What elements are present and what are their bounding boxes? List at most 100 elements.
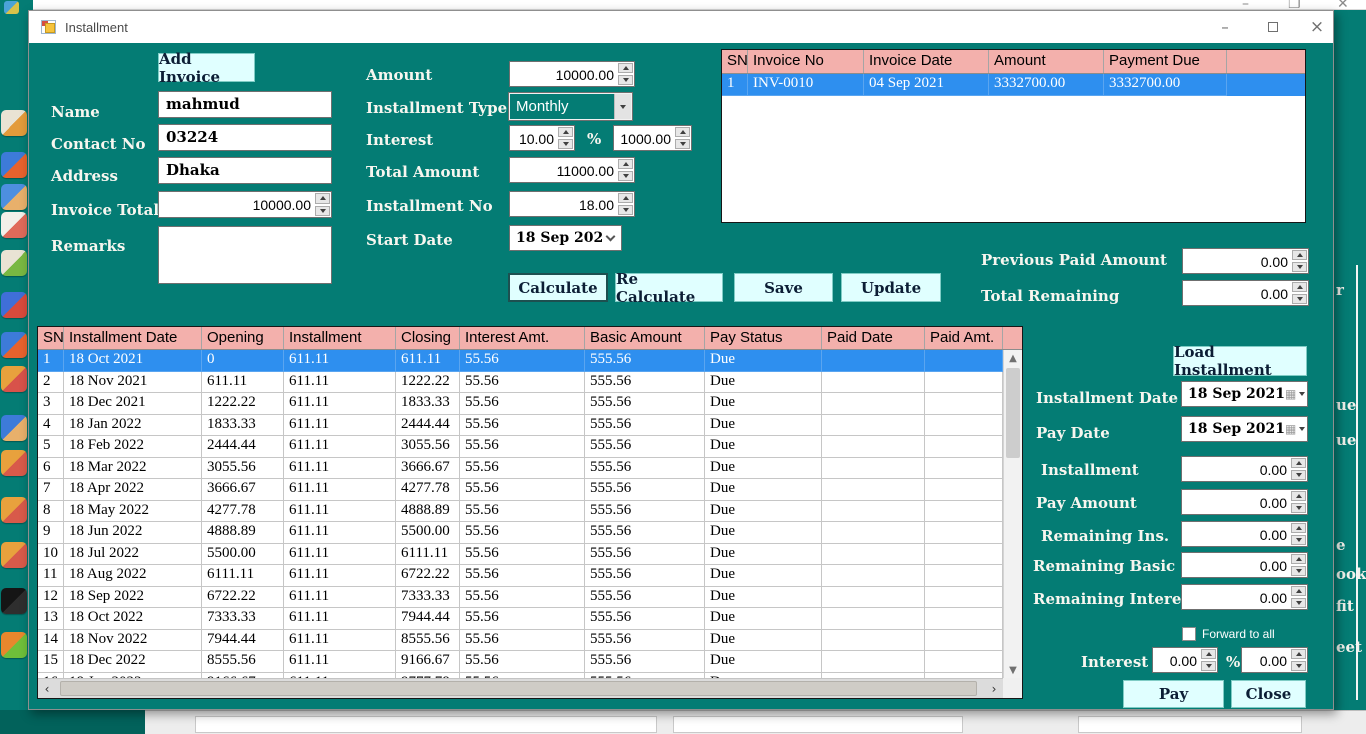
order-list-icon[interactable]: [1, 250, 27, 276]
installment-input[interactable]: 0.00: [1181, 456, 1308, 482]
close-button[interactable]: Close: [1231, 680, 1306, 708]
interest-amount-input[interactable]: 1000.00: [613, 125, 692, 151]
exit-door-icon[interactable]: [1, 632, 27, 658]
shopping-bag-icon[interactable]: [1, 366, 27, 392]
purchase-list-icon[interactable]: [1, 110, 27, 136]
spinner-buttons[interactable]: [1290, 648, 1307, 672]
spinner-buttons[interactable]: [617, 62, 634, 86]
total-amount-input[interactable]: 11000.00: [509, 157, 635, 183]
delivery-truck-icon[interactable]: [1, 542, 27, 568]
table-row[interactable]: 1518 Dec 20228555.56611.119166.6755.5655…: [38, 651, 1003, 673]
table-row[interactable]: 1318 Oct 20227333.33611.117944.4455.5655…: [38, 608, 1003, 630]
remaining-interest-input[interactable]: 0.00: [1181, 584, 1308, 610]
spinner-buttons[interactable]: [1200, 648, 1217, 672]
table-row[interactable]: 1018 Jul 20225500.00611.116111.1155.5655…: [38, 544, 1003, 566]
table-row[interactable]: 1418 Nov 20227944.44611.118555.5655.5655…: [38, 630, 1003, 652]
table-row[interactable]: 218 Nov 2021611.11611.111222.2255.56555.…: [38, 372, 1003, 394]
spinner-buttons[interactable]: [1290, 553, 1307, 577]
spin-down-icon[interactable]: [1291, 566, 1306, 576]
column-header[interactable]: Payment Due: [1104, 50, 1227, 73]
spin-up-icon[interactable]: [315, 193, 330, 204]
pay-date-picker[interactable]: 18 Sep 2021▦: [1181, 416, 1308, 442]
spinner-buttons[interactable]: [617, 192, 634, 216]
amount-input[interactable]: 10000.00: [509, 61, 635, 87]
table-row[interactable]: 518 Feb 20222444.44611.113055.5655.56555…: [38, 436, 1003, 458]
name-input[interactable]: mahmud: [158, 91, 332, 118]
previous-paid-input[interactable]: 0.00: [1182, 248, 1309, 274]
table-row[interactable]: 118 Oct 20210611.11611.1155.56555.56Due: [38, 350, 1003, 372]
column-header[interactable]: Interest Amt.: [460, 327, 585, 349]
spin-down-icon[interactable]: [618, 75, 633, 85]
column-header[interactable]: Paid Amt.: [925, 327, 1003, 349]
address-input[interactable]: Dhaka: [158, 157, 332, 184]
scrollbar-thumb[interactable]: [60, 681, 977, 696]
spin-up-icon[interactable]: [558, 127, 573, 137]
spinner-buttons[interactable]: [557, 126, 574, 150]
spin-up-icon[interactable]: [618, 193, 633, 203]
re-calculate-button[interactable]: Re Calculate: [615, 273, 723, 302]
pay-interest-rate-input[interactable]: 0.00: [1152, 647, 1218, 673]
card-payment-icon[interactable]: [1, 292, 27, 318]
column-header[interactable]: Installment: [284, 327, 396, 349]
spin-down-icon[interactable]: [618, 171, 633, 181]
bag-hand-icon[interactable]: [1, 415, 27, 441]
pay-amount-input[interactable]: 0.00: [1181, 489, 1308, 515]
installment-date-picker[interactable]: 18 Sep 2021▦: [1181, 381, 1308, 407]
spinner-buttons[interactable]: [1290, 522, 1307, 546]
chevron-down-icon[interactable]: [614, 94, 631, 119]
remaining-ins-input[interactable]: 0.00: [1181, 521, 1308, 547]
spinner-buttons[interactable]: [1290, 585, 1307, 609]
column-header[interactable]: SN: [722, 50, 748, 73]
spin-up-icon[interactable]: [1291, 491, 1306, 501]
spinner-buttons[interactable]: [1291, 249, 1308, 273]
delivery-truck-icon[interactable]: [1, 497, 27, 523]
close-icon[interactable]: ×: [1301, 16, 1333, 38]
shopping-bags-icon[interactable]: [1, 332, 27, 358]
spin-down-icon[interactable]: [675, 139, 690, 149]
table-row[interactable]: 1INV-001004 Sep 20213332700.003332700.00: [722, 74, 1305, 96]
spinner-buttons[interactable]: [617, 158, 634, 182]
spin-up-icon[interactable]: [1291, 649, 1306, 659]
column-header[interactable]: Installment Date: [64, 327, 202, 349]
spin-up-icon[interactable]: [1291, 586, 1306, 596]
scroll-left-icon[interactable]: ‹: [38, 679, 56, 698]
table-row[interactable]: 918 Jun 20224888.89611.115500.0055.56555…: [38, 522, 1003, 544]
column-header[interactable]: Amount: [989, 50, 1104, 73]
column-header[interactable]: Pay Status: [705, 327, 822, 349]
spin-up-icon[interactable]: [1201, 649, 1216, 659]
spin-down-icon[interactable]: [1291, 470, 1306, 480]
invoice-total-input[interactable]: 10000.00: [158, 191, 332, 218]
installment-type-select[interactable]: Monthly: [509, 93, 632, 120]
pay-button[interactable]: Pay: [1123, 680, 1224, 708]
scroll-up-icon[interactable]: ▲: [1004, 350, 1022, 366]
column-header[interactable]: Closing: [396, 327, 460, 349]
spin-up-icon[interactable]: [1291, 458, 1306, 468]
delivery-truck-icon[interactable]: [1, 450, 27, 476]
remaining-basic-input[interactable]: 0.00: [1181, 552, 1308, 578]
scroll-down-icon[interactable]: ▼: [1004, 662, 1022, 678]
add-invoice-button[interactable]: Add Invoice: [158, 53, 255, 82]
calculate-button[interactable]: Calculate: [508, 273, 608, 302]
column-header[interactable]: Invoice Date: [864, 50, 989, 73]
save-button[interactable]: Save: [734, 273, 833, 302]
load-installment-button[interactable]: Load Installment: [1173, 346, 1307, 376]
spin-up-icon[interactable]: [618, 63, 633, 73]
spin-down-icon[interactable]: [1291, 503, 1306, 513]
table-row[interactable]: 1118 Aug 20226111.11611.116722.2255.5655…: [38, 565, 1003, 587]
pay-interest-amount-input[interactable]: 0.00: [1241, 647, 1308, 673]
spin-up-icon[interactable]: [1291, 523, 1306, 533]
spin-up-icon[interactable]: [675, 127, 690, 137]
spin-down-icon[interactable]: [1291, 661, 1306, 671]
spin-down-icon[interactable]: [1291, 598, 1306, 608]
mobile-payment-icon[interactable]: [1, 212, 27, 238]
spin-down-icon[interactable]: [558, 139, 573, 149]
column-header[interactable]: Opening: [202, 327, 284, 349]
spinner-buttons[interactable]: [1291, 281, 1308, 305]
bg-close-icon[interactable]: ✕: [1337, 0, 1349, 10]
table-row[interactable]: 618 Mar 20223055.56611.113666.6755.56555…: [38, 458, 1003, 480]
spin-up-icon[interactable]: [1292, 250, 1307, 260]
maximize-icon[interactable]: [1257, 16, 1289, 38]
spin-down-icon[interactable]: [315, 206, 330, 217]
table-row[interactable]: 818 May 20224277.78611.114888.8955.56555…: [38, 501, 1003, 523]
spinner-buttons[interactable]: [314, 192, 331, 217]
